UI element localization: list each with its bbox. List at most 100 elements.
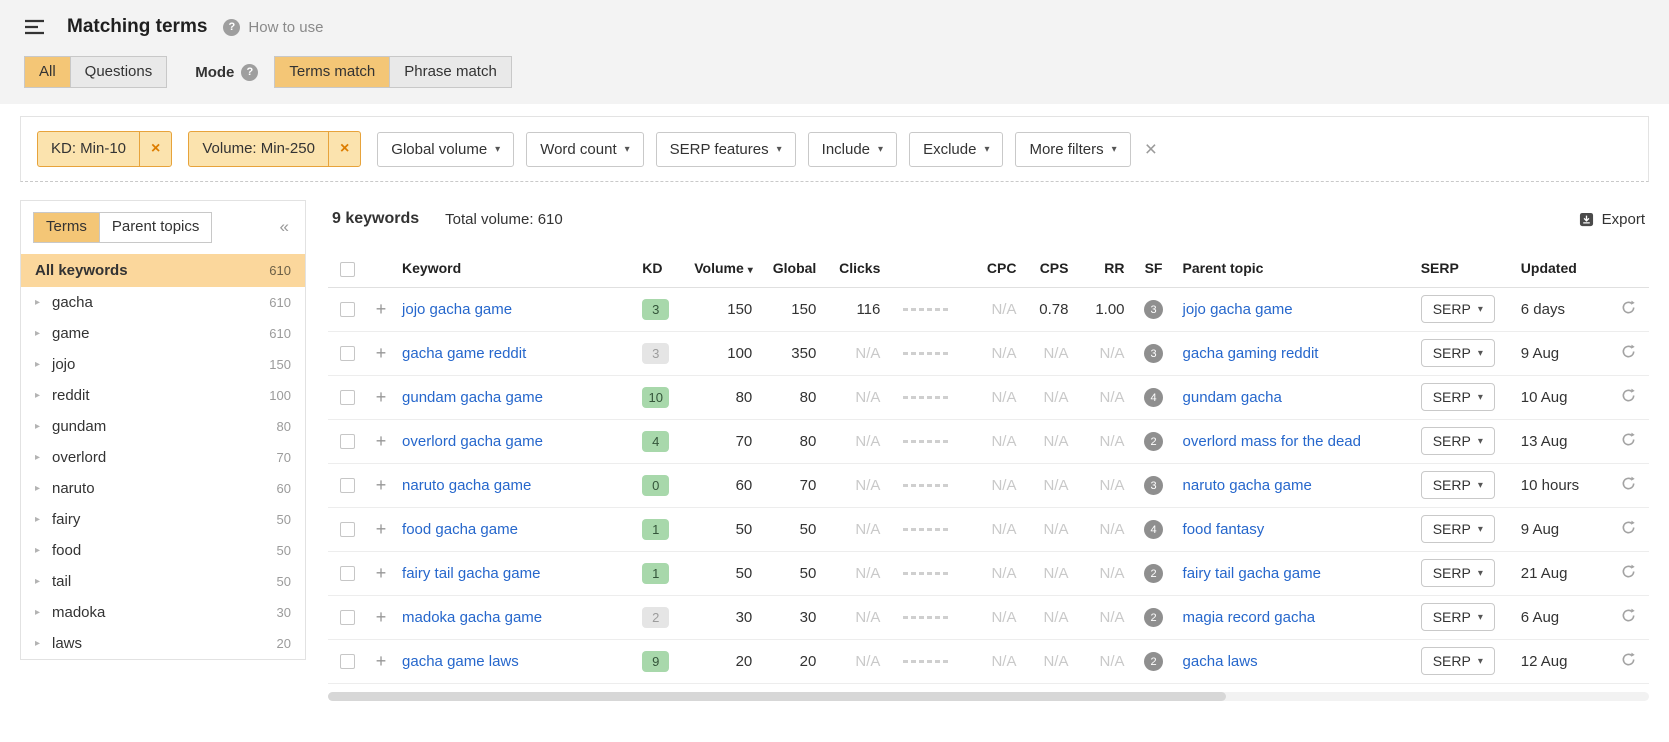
parent-topic-link[interactable]: jojo gacha game <box>1183 301 1293 318</box>
add-keyword-icon[interactable]: + <box>376 519 387 539</box>
refresh-icon[interactable] <box>1621 564 1636 579</box>
row-checkbox[interactable] <box>340 522 355 537</box>
refresh-icon[interactable] <box>1621 388 1636 403</box>
add-keyword-icon[interactable]: + <box>376 563 387 583</box>
tab-terms[interactable]: Terms <box>33 212 100 243</box>
row-checkbox[interactable] <box>340 478 355 493</box>
expand-triangle-icon[interactable]: ▸ <box>35 483 43 494</box>
clear-filters-icon[interactable]: × <box>1145 139 1157 160</box>
add-keyword-icon[interactable]: + <box>376 651 387 671</box>
filter-dropdown-button[interactable]: SERP features ▾ <box>656 132 796 167</box>
scrollbar-thumb[interactable] <box>328 692 1226 701</box>
expand-triangle-icon[interactable]: ▸ <box>35 328 43 339</box>
serp-dropdown-button[interactable]: SERP ▾ <box>1421 383 1495 411</box>
menu-icon[interactable] <box>24 19 45 35</box>
parent-topic-link[interactable]: fairy tail gacha game <box>1183 565 1321 582</box>
keyword-link[interactable]: gacha game laws <box>402 653 519 670</box>
col-serp[interactable]: SERP <box>1415 250 1515 287</box>
row-checkbox[interactable] <box>340 346 355 361</box>
sidebar-term-item[interactable]: ▸ madoka 30 <box>21 597 305 628</box>
parent-topic-link[interactable]: gacha laws <box>1183 653 1258 670</box>
parent-topic-link[interactable]: magia record gacha <box>1183 609 1316 626</box>
sidebar-all-keywords[interactable]: All keywords 610 <box>21 254 305 287</box>
parent-topic-link[interactable]: overlord mass for the dead <box>1183 433 1361 450</box>
serp-dropdown-button[interactable]: SERP ▾ <box>1421 559 1495 587</box>
row-checkbox[interactable] <box>340 654 355 669</box>
row-checkbox[interactable] <box>340 390 355 405</box>
filter-dropdown-button[interactable]: Exclude ▾ <box>909 132 1003 167</box>
serp-dropdown-button[interactable]: SERP ▾ <box>1421 427 1495 455</box>
help-icon[interactable]: ? <box>223 19 240 36</box>
parent-topic-link[interactable]: gacha gaming reddit <box>1183 345 1319 362</box>
col-kd[interactable]: KD <box>636 250 688 287</box>
expand-triangle-icon[interactable]: ▸ <box>35 576 43 587</box>
add-keyword-icon[interactable]: + <box>376 387 387 407</box>
serp-dropdown-button[interactable]: SERP ▾ <box>1421 339 1495 367</box>
sidebar-term-item[interactable]: ▸ food 50 <box>21 535 305 566</box>
row-checkbox[interactable] <box>340 302 355 317</box>
col-clicks[interactable]: Clicks <box>822 250 886 287</box>
expand-triangle-icon[interactable]: ▸ <box>35 421 43 432</box>
add-keyword-icon[interactable]: + <box>376 475 387 495</box>
tab-phrase-match[interactable]: Phrase match <box>390 56 512 89</box>
add-keyword-icon[interactable]: + <box>376 431 387 451</box>
refresh-icon[interactable] <box>1621 476 1636 491</box>
expand-triangle-icon[interactable]: ▸ <box>35 545 43 556</box>
filter-dropdown-button[interactable]: Word count ▾ <box>526 132 643 167</box>
sidebar-term-item[interactable]: ▸ tail 50 <box>21 566 305 597</box>
keyword-link[interactable]: gacha game reddit <box>402 345 526 362</box>
parent-topic-link[interactable]: naruto gacha game <box>1183 477 1312 494</box>
parent-topic-link[interactable]: gundam gacha <box>1183 389 1282 406</box>
expand-triangle-icon[interactable]: ▸ <box>35 452 43 463</box>
keyword-link[interactable]: overlord gacha game <box>402 433 543 450</box>
keyword-link[interactable]: naruto gacha game <box>402 477 531 494</box>
refresh-icon[interactable] <box>1621 608 1636 623</box>
filter-dropdown-button[interactable]: Include ▾ <box>808 132 897 167</box>
col-parent-topic[interactable]: Parent topic <box>1177 250 1415 287</box>
keyword-link[interactable]: fairy tail gacha game <box>402 565 540 582</box>
col-sf[interactable]: SF <box>1131 250 1177 287</box>
expand-triangle-icon[interactable]: ▸ <box>35 297 43 308</box>
mode-help-icon[interactable]: ? <box>241 64 258 81</box>
expand-triangle-icon[interactable]: ▸ <box>35 514 43 525</box>
parent-topic-link[interactable]: food fantasy <box>1183 521 1265 538</box>
keyword-link[interactable]: madoka gacha game <box>402 609 542 626</box>
tab-all[interactable]: All <box>24 56 71 89</box>
sidebar-term-item[interactable]: ▸ reddit 100 <box>21 380 305 411</box>
expand-triangle-icon[interactable]: ▸ <box>35 638 43 649</box>
row-checkbox[interactable] <box>340 434 355 449</box>
col-volume[interactable]: Volume▾ <box>688 250 758 287</box>
tab-questions[interactable]: Questions <box>71 56 168 89</box>
keyword-link[interactable]: food gacha game <box>402 521 518 538</box>
add-keyword-icon[interactable]: + <box>376 299 387 319</box>
refresh-icon[interactable] <box>1621 300 1636 315</box>
col-cpc[interactable]: CPC <box>966 250 1022 287</box>
serp-dropdown-button[interactable]: SERP ▾ <box>1421 471 1495 499</box>
col-rr[interactable]: RR <box>1074 250 1130 287</box>
row-checkbox[interactable] <box>340 566 355 581</box>
refresh-icon[interactable] <box>1621 432 1636 447</box>
sidebar-term-item[interactable]: ▸ jojo 150 <box>21 349 305 380</box>
expand-triangle-icon[interactable]: ▸ <box>35 390 43 401</box>
expand-triangle-icon[interactable]: ▸ <box>35 359 43 370</box>
refresh-icon[interactable] <box>1621 652 1636 667</box>
sidebar-term-item[interactable]: ▸ game 610 <box>21 318 305 349</box>
sidebar-term-item[interactable]: ▸ gacha 610 <box>21 287 305 318</box>
refresh-icon[interactable] <box>1621 520 1636 535</box>
collapse-sidebar-icon[interactable]: « <box>276 217 293 237</box>
filter-dropdown-button[interactable]: More filters ▾ <box>1015 132 1130 167</box>
serp-dropdown-button[interactable]: SERP ▾ <box>1421 515 1495 543</box>
select-all-checkbox[interactable] <box>340 262 355 277</box>
add-keyword-icon[interactable]: + <box>376 607 387 627</box>
serp-dropdown-button[interactable]: SERP ▾ <box>1421 295 1495 323</box>
horizontal-scrollbar[interactable] <box>328 692 1649 701</box>
sidebar-term-item[interactable]: ▸ naruto 60 <box>21 473 305 504</box>
col-global[interactable]: Global <box>758 250 822 287</box>
expand-triangle-icon[interactable]: ▸ <box>35 607 43 618</box>
tab-parent-topics[interactable]: Parent topics <box>100 212 213 243</box>
filter-chip[interactable]: Volume: Min-250 × <box>188 131 361 167</box>
keyword-link[interactable]: gundam gacha game <box>402 389 543 406</box>
sidebar-term-item[interactable]: ▸ gundam 80 <box>21 411 305 442</box>
col-cps[interactable]: CPS <box>1022 250 1074 287</box>
refresh-icon[interactable] <box>1621 344 1636 359</box>
